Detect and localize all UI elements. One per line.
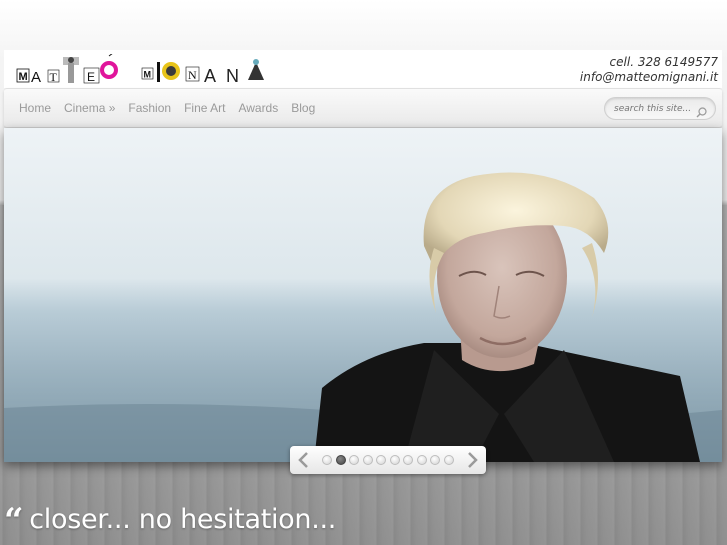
- site-header: M A T E M N A N cell. 328 6149577 info@m…: [4, 50, 722, 88]
- nav-item-cinema[interactable]: Cinema »: [64, 101, 115, 115]
- svg-text:A: A: [204, 66, 216, 86]
- svg-text:T: T: [50, 70, 58, 84]
- search-box: [604, 97, 716, 120]
- slide-dot-active[interactable]: [335, 455, 346, 465]
- svg-text:M: M: [19, 71, 28, 83]
- nav-item-awards[interactable]: Awards: [238, 101, 278, 115]
- slide-dot[interactable]: [322, 455, 332, 465]
- search-input[interactable]: [614, 101, 694, 116]
- slide-dot[interactable]: [349, 455, 359, 465]
- site-container: M A T E M N A N cell. 328 6149577 info@m…: [4, 50, 722, 128]
- svg-text:N: N: [226, 66, 239, 86]
- site-logo[interactable]: M A T E M N A N: [16, 52, 278, 86]
- slide-dot[interactable]: [376, 455, 386, 465]
- svg-text:E: E: [87, 70, 95, 84]
- nav-item-fine-art[interactable]: Fine Art: [184, 101, 225, 115]
- contact-info: cell. 328 6149577 info@matteomignani.it: [580, 55, 718, 85]
- nav-item-blog[interactable]: Blog: [291, 101, 315, 115]
- slide-dot[interactable]: [430, 455, 440, 465]
- slide-image: [4, 128, 722, 462]
- chevron-right-icon: [468, 452, 478, 468]
- phone-number: cell. 328 6149577: [609, 55, 718, 69]
- nav-item-fashion[interactable]: Fashion: [128, 101, 171, 115]
- search-icon[interactable]: [696, 103, 707, 122]
- chevron-left-icon: [298, 452, 308, 468]
- slide-indicators: [322, 455, 457, 465]
- quote-mark-icon: “: [4, 501, 24, 541]
- svg-text:M: M: [144, 70, 152, 80]
- slide-dot[interactable]: [389, 455, 400, 465]
- svg-text:A: A: [31, 69, 41, 86]
- nav-list: Home Cinema » Fashion Fine Art Awards Bl…: [19, 101, 328, 115]
- previous-slide-button[interactable]: [294, 450, 314, 470]
- image-slider[interactable]: [4, 128, 722, 462]
- slide-dot[interactable]: [403, 455, 413, 465]
- email-address[interactable]: info@matteomignani.it: [580, 70, 718, 85]
- nav-item-home[interactable]: Home: [19, 101, 51, 115]
- slide-dot[interactable]: [362, 455, 373, 465]
- svg-text:N: N: [188, 68, 197, 82]
- slide-dot[interactable]: [443, 455, 454, 465]
- slide-dot[interactable]: [416, 455, 427, 465]
- featured-quote: “closer... no hesitation...: [4, 497, 337, 541]
- next-slide-button[interactable]: [462, 450, 482, 470]
- logo-graphic: M A T E M N A N: [16, 52, 264, 86]
- main-navigation: Home Cinema » Fashion Fine Art Awards Bl…: [4, 88, 722, 128]
- slider-controls: [290, 446, 486, 474]
- quote-text: closer... no hesitation...: [29, 504, 337, 535]
